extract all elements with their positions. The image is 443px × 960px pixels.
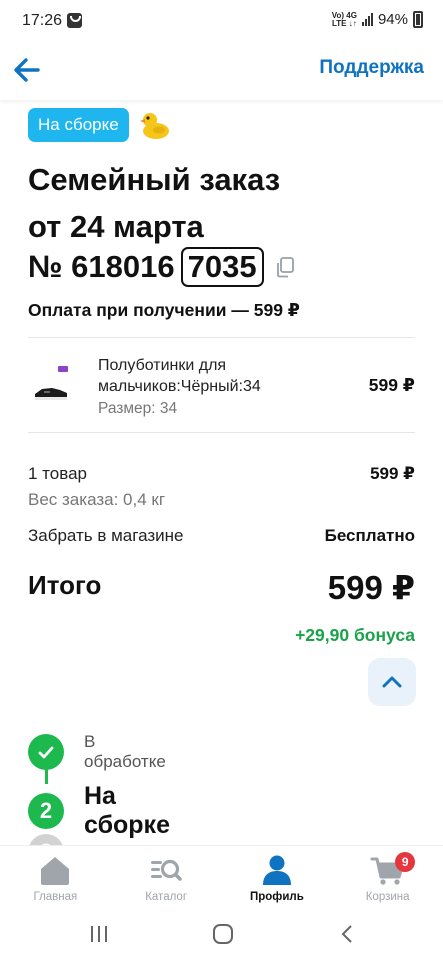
duck-icon <box>139 113 169 139</box>
signal-icon <box>361 13 373 26</box>
status-indicators: Vo) 4G LTE ↓↑ 94% <box>332 11 423 28</box>
collapse-button[interactable] <box>368 658 416 706</box>
total-label: Итого <box>28 570 102 600</box>
chevron-up-icon <box>382 676 402 688</box>
payment-method: Оплата при получении — 599 ₽ <box>28 300 300 320</box>
nav-label: Корзина <box>365 891 410 903</box>
items-price: 599 ₽ <box>370 464 415 483</box>
bottom-nav: Главная Каталог Профиль 9 Корзина <box>0 845 443 911</box>
profile-icon <box>262 855 291 885</box>
order-details: На сборке Семейный заказ от 24 марта № 6… <box>0 100 443 845</box>
product-name: Полуботинки для мальчиков:Чёрный:34 <box>98 357 261 395</box>
order-title-line1: Семейный заказ <box>28 162 281 197</box>
divider <box>28 337 415 338</box>
network-indicator: Vo) 4G LTE ↓↑ <box>331 10 357 28</box>
total-value: 599 ₽ <box>327 569 415 606</box>
nav-label: Профиль <box>249 891 304 903</box>
divider <box>28 432 415 433</box>
home-icon <box>41 857 70 885</box>
nav-item-cart[interactable]: 9 Корзина <box>332 846 443 911</box>
nav-label: Главная <box>33 891 78 903</box>
items-summary: 1 товар 599 ₽ <box>28 464 415 484</box>
nav-item-profile[interactable]: Профиль <box>222 846 333 911</box>
step-number: 3 <box>28 834 64 845</box>
delivery-summary: Забрать в магазине Бесплатно <box>28 526 415 546</box>
copy-icon[interactable] <box>274 256 296 278</box>
timeline-step-label: В обработке <box>84 732 166 771</box>
notification-icon <box>67 13 82 28</box>
app-header: Поддержка <box>0 44 443 100</box>
status-bar: 17:26 Vo) 4G LTE ↓↑ 94% <box>0 0 443 44</box>
status-badge-row: На сборке <box>28 108 171 142</box>
product-price: 599 ₽ <box>368 375 415 395</box>
battery-icon <box>413 11 423 28</box>
support-link[interactable]: Поддержка <box>319 57 424 79</box>
nav-item-catalog[interactable]: Каталог <box>111 846 222 911</box>
order-title: Семейный заказ от 24 марта <box>28 156 280 250</box>
status-badge: На сборке <box>28 108 129 142</box>
order-number-prefix: № 618016 <box>28 249 175 284</box>
system-nav-bar <box>0 911 443 960</box>
order-number: № 618016 7035 <box>28 247 296 287</box>
product-item[interactable]: Полуботинки для мальчиков:Чёрный:34 Разм… <box>28 345 415 431</box>
nav-item-home[interactable]: Главная <box>0 846 111 911</box>
items-count: 1 товар <box>28 464 87 483</box>
cart-count-badge: 9 <box>395 852 416 872</box>
check-icon <box>28 734 64 770</box>
order-weight: Вес заказа: 0,4 кг <box>28 490 166 509</box>
timeline-step-processing: В обработке <box>28 732 166 772</box>
step-number: 2 <box>28 793 64 829</box>
order-pickup-code: 7035 <box>180 247 264 287</box>
nav-label: Каталог <box>145 891 188 903</box>
recents-icon[interactable] <box>89 925 109 943</box>
product-image <box>32 362 70 412</box>
arrow-left-icon <box>14 58 40 82</box>
battery-percent: 94% <box>377 11 408 28</box>
back-button[interactable] <box>10 52 46 88</box>
timeline-step-next: 3 <box>28 834 64 845</box>
bonus-amount: +29,90 бонуса <box>295 625 415 645</box>
pickup-label: Забрать в магазине <box>28 526 184 545</box>
home-button-icon[interactable] <box>213 924 233 944</box>
status-time: 17:26 <box>22 12 63 29</box>
pickup-price: Бесплатно <box>324 526 415 545</box>
timeline-step-assembly: 2 На сборке <box>28 782 170 840</box>
order-title-line2: от 24 марта <box>28 209 204 244</box>
catalog-search-icon <box>151 859 182 881</box>
timeline-step-label: На сборке <box>84 782 170 839</box>
product-size: Размер: 34 <box>98 400 178 417</box>
back-icon[interactable] <box>338 924 358 944</box>
